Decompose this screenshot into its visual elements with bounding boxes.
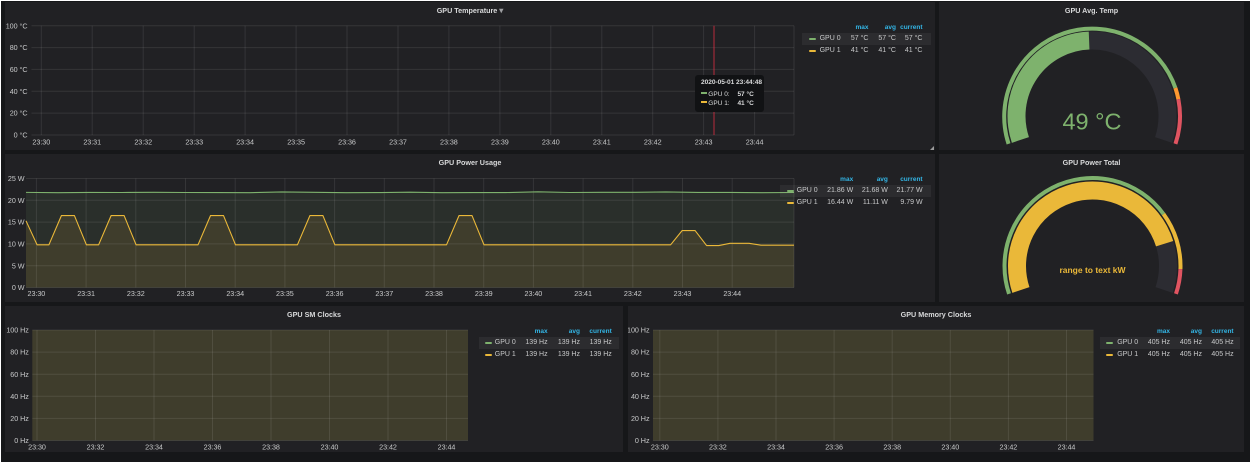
svg-text:23:36: 23:36 [338, 138, 356, 147]
svg-text:23:34: 23:34 [767, 443, 785, 452]
svg-text:23:34: 23:34 [226, 289, 244, 298]
svg-text:20 Hz: 20 Hz [631, 414, 650, 423]
svg-text:23:44: 23:44 [1058, 443, 1076, 452]
svg-text:20 W: 20 W [8, 196, 25, 205]
svg-text:0 Hz: 0 Hz [14, 436, 29, 445]
svg-text:0 Hz: 0 Hz [635, 436, 650, 445]
svg-text:100 °C: 100 °C [6, 21, 28, 30]
svg-text:23:37: 23:37 [389, 138, 407, 147]
svg-text:0 W: 0 W [12, 283, 25, 292]
svg-text:23:44: 23:44 [723, 289, 741, 298]
svg-text:80 Hz: 80 Hz [631, 348, 650, 357]
svg-text:23:30: 23:30 [28, 289, 46, 298]
svg-text:23:35: 23:35 [287, 138, 305, 147]
svg-text:23:32: 23:32 [709, 443, 727, 452]
svg-text:23:34: 23:34 [236, 138, 254, 147]
svg-text:40 °C: 40 °C [10, 87, 28, 96]
svg-text:23:44: 23:44 [746, 138, 764, 147]
svg-text:20 Hz: 20 Hz [10, 414, 29, 423]
svg-text:23:43: 23:43 [674, 289, 692, 298]
svg-text:23:42: 23:42 [379, 443, 397, 452]
svg-text:23:30: 23:30 [32, 138, 50, 147]
svg-text:23:40: 23:40 [321, 443, 339, 452]
svg-text:23:38: 23:38 [883, 443, 901, 452]
svg-text:range to text kW: range to text kW [1059, 265, 1126, 275]
svg-text:23:31: 23:31 [83, 138, 101, 147]
svg-text:80 °C: 80 °C [10, 43, 28, 52]
svg-text:60 Hz: 60 Hz [631, 370, 650, 379]
svg-text:23:43: 23:43 [695, 138, 713, 147]
svg-text:23:42: 23:42 [644, 138, 662, 147]
svg-text:23:30: 23:30 [28, 443, 46, 452]
svg-text:23:32: 23:32 [134, 138, 152, 147]
svg-text:10 W: 10 W [8, 240, 25, 249]
svg-text:23:38: 23:38 [262, 443, 280, 452]
svg-text:20 °C: 20 °C [10, 109, 28, 118]
svg-text:23:30: 23:30 [651, 443, 669, 452]
svg-text:23:41: 23:41 [593, 138, 611, 147]
svg-text:23:38: 23:38 [440, 138, 458, 147]
svg-text:23:31: 23:31 [77, 289, 95, 298]
svg-text:100 Hz: 100 Hz [6, 326, 29, 335]
svg-text:23:40: 23:40 [525, 289, 543, 298]
svg-text:23:38: 23:38 [425, 289, 443, 298]
svg-text:40 Hz: 40 Hz [10, 392, 29, 401]
svg-text:23:36: 23:36 [326, 289, 344, 298]
svg-text:23:36: 23:36 [825, 443, 843, 452]
svg-text:23:39: 23:39 [491, 138, 509, 147]
svg-text:15 W: 15 W [8, 218, 25, 227]
svg-text:23:40: 23:40 [542, 138, 560, 147]
svg-text:0 °C: 0 °C [14, 131, 28, 140]
svg-text:23:42: 23:42 [624, 289, 642, 298]
svg-text:100 Hz: 100 Hz [628, 326, 650, 335]
svg-text:80 Hz: 80 Hz [10, 348, 29, 357]
svg-text:23:42: 23:42 [1000, 443, 1018, 452]
svg-text:23:37: 23:37 [375, 289, 393, 298]
svg-text:23:34: 23:34 [145, 443, 163, 452]
svg-text:23:39: 23:39 [475, 289, 493, 298]
svg-text:49 °C: 49 °C [1062, 109, 1121, 135]
svg-text:23:41: 23:41 [574, 289, 592, 298]
svg-text:23:44: 23:44 [438, 443, 456, 452]
svg-text:60 Hz: 60 Hz [10, 370, 29, 379]
svg-text:60 °C: 60 °C [10, 65, 28, 74]
svg-text:40 Hz: 40 Hz [631, 392, 650, 401]
svg-text:23:36: 23:36 [204, 443, 222, 452]
svg-text:23:32: 23:32 [127, 289, 145, 298]
svg-text:23:35: 23:35 [276, 289, 294, 298]
svg-text:23:40: 23:40 [941, 443, 959, 452]
svg-text:5 W: 5 W [12, 261, 25, 270]
svg-text:23:33: 23:33 [185, 138, 203, 147]
svg-text:25 W: 25 W [8, 174, 25, 183]
svg-text:23:32: 23:32 [87, 443, 105, 452]
svg-text:23:33: 23:33 [177, 289, 195, 298]
